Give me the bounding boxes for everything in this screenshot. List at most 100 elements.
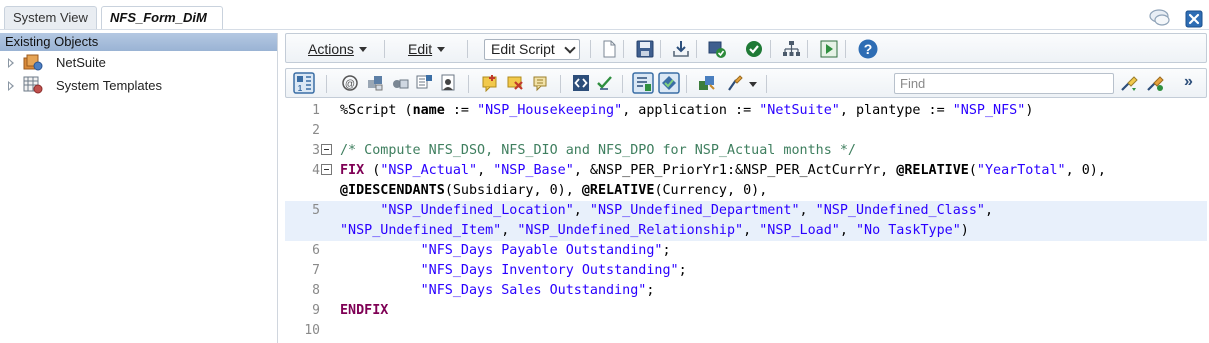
tab-nfs-form-dim[interactable]: NFS_Form_DiM (101, 6, 223, 30)
template-icon[interactable] (440, 74, 458, 92)
chevron-down-icon (564, 42, 576, 54)
toolbar-separator (560, 75, 561, 93)
function-icon[interactable]: @ (341, 74, 359, 92)
script-code-editor[interactable]: 1 %Script (name := "NSP_Housekeeping", ap… (285, 101, 1207, 343)
code-line[interactable]: 9 ENDFIX (285, 301, 1207, 321)
reformat-icon[interactable] (596, 74, 614, 92)
edit-menu-label: Edit (408, 41, 433, 57)
editor-toolbar: 1 @ Find » (285, 68, 1207, 98)
replace-icon[interactable] (1146, 74, 1164, 92)
code-line[interactable]: 1 %Script (name := "NSP_Housekeeping", ap… (285, 101, 1207, 121)
svg-text:1: 1 (298, 84, 303, 93)
actions-menu-button[interactable]: Actions (308, 39, 367, 59)
code-line[interactable]: 8 "NFS_Days Sales Outstanding"; (285, 281, 1207, 301)
code-line[interactable]: 5 "NSP_Undefined_Location", "NSP_Undefin… (285, 201, 1207, 221)
toolbar-separator (622, 75, 623, 93)
line-number: 5 (312, 203, 320, 218)
toolbar-separator (660, 40, 661, 58)
code-text: ENDFIX (340, 303, 389, 318)
toolbar-separator (696, 40, 697, 58)
expand-arrow-icon[interactable] (8, 81, 14, 91)
toolbar-separator (468, 75, 469, 93)
find-input[interactable] (894, 73, 1114, 94)
code-line[interactable]: 3 /* Compute NFS_DSO, NFS_DIO and NFS_DPO… (285, 141, 1207, 161)
line-number: 7 (312, 263, 320, 278)
check-icon[interactable] (745, 40, 763, 58)
find-next-icon[interactable] (1120, 74, 1138, 92)
tab-strip-divider (0, 29, 1209, 30)
line-number: 1 (312, 103, 320, 118)
code-line[interactable]: 7 "NFS_Days Inventory Outstanding"; (285, 261, 1207, 281)
smartlist-icon[interactable] (415, 74, 433, 92)
code-text: "NFS_Days Payable Outstanding"; (420, 243, 671, 258)
code-text: "NSP_Undefined_Item", "NSP_Undefined_Rel… (340, 223, 969, 238)
actions-menu-label: Actions (308, 41, 354, 57)
code-block-icon[interactable] (572, 74, 590, 92)
expand-arrow-icon[interactable] (8, 58, 14, 68)
code-line[interactable]: 10 (285, 321, 1207, 341)
line-number: 9 (312, 303, 320, 318)
code-line[interactable]: 4 FIX ("NSP_Actual", "NSP_Base", &NSP_PER… (285, 161, 1207, 181)
remove-comment-icon[interactable] (506, 74, 524, 92)
code-line[interactable]: "NSP_Undefined_Item", "NSP_Undefined_Rel… (285, 221, 1207, 241)
tree-item-system-templates[interactable]: System Templates (0, 74, 277, 97)
line-number: 8 (312, 283, 320, 298)
run-icon[interactable] (820, 40, 838, 58)
more-icon[interactable]: » (1184, 72, 1193, 92)
code-line[interactable]: 2 (285, 121, 1207, 141)
brush-icon[interactable] (726, 74, 744, 92)
download-icon[interactable] (672, 40, 690, 58)
code-line[interactable]: 6 "NFS_Days Payable Outstanding"; (285, 241, 1207, 261)
line-number: 2 (312, 123, 320, 138)
fold-toggle-icon[interactable] (321, 164, 332, 175)
help-icon[interactable]: ? (858, 39, 878, 59)
toolbar-separator (770, 40, 771, 58)
tree-item-label: NetSuite (56, 55, 106, 70)
save-icon[interactable] (636, 40, 654, 58)
line-number: 6 (312, 243, 320, 258)
line-number: 10 (304, 323, 320, 338)
code-lines: 1 %Script (name := "NSP_Housekeeping", ap… (285, 101, 1207, 341)
validate-icon[interactable] (708, 40, 726, 58)
toolbar-separator (326, 75, 327, 93)
dimension-icon[interactable] (366, 74, 384, 92)
script-mode-select[interactable]: Edit Script (484, 39, 580, 60)
close-icon[interactable] (1185, 10, 1203, 28)
comment-icon[interactable] (531, 74, 549, 92)
tab-system-view[interactable]: System View (4, 6, 97, 30)
chat-bubbles-icon[interactable] (1149, 8, 1171, 28)
toolbar-separator (467, 40, 468, 58)
tree-item-netsuite[interactable]: NetSuite (0, 51, 277, 74)
existing-objects-panel: Existing Objects NetSuite System Templat… (0, 33, 278, 343)
chevron-down-icon (358, 47, 367, 52)
edit-menu-button[interactable]: Edit (408, 39, 446, 59)
code-line[interactable]: @IDESCENDANTS(Subsidiary, 0), @RELATIVE(… (285, 181, 1207, 201)
templates-grid-icon (23, 76, 43, 94)
chevron-down-icon[interactable] (749, 82, 757, 87)
syntax-icon[interactable] (658, 72, 680, 94)
tab-strip: System View NFS_Form_DiM (0, 0, 1209, 30)
toolbar-separator (845, 40, 846, 58)
outline-icon[interactable] (632, 72, 654, 94)
toolbar-separator (686, 75, 687, 93)
script-editor-panel: Actions Edit Edit Script ? 1 @ Find » 1 … (283, 33, 1209, 343)
fold-toggle-icon[interactable] (321, 144, 332, 155)
member-selector-icon[interactable]: 1 (293, 72, 315, 94)
code-text: "NFS_Days Sales Outstanding"; (420, 283, 655, 298)
code-text: @IDESCENDANTS(Subsidiary, 0), @RELATIVE(… (340, 183, 768, 198)
toolbar-separator (590, 40, 591, 58)
code-text: FIX ("NSP_Actual", "NSP_Base", &NSP_PER_… (340, 163, 1106, 178)
members-icon[interactable] (698, 74, 716, 92)
code-text: %Script (name := "NSP_Housekeeping", app… (340, 103, 1034, 118)
variable-icon[interactable] (391, 74, 409, 92)
new-document-icon[interactable] (600, 40, 618, 58)
svg-text:?: ? (864, 41, 873, 57)
main-toolbar: Actions Edit Edit Script ? (285, 33, 1207, 63)
line-number: 4 (312, 163, 320, 178)
tree-item-label: System Templates (56, 78, 162, 93)
insert-comment-icon[interactable] (481, 74, 499, 92)
script-mode-value: Edit Script (491, 41, 555, 57)
hierarchy-icon[interactable] (782, 40, 800, 58)
toolbar-separator (766, 75, 767, 93)
toolbar-separator (807, 40, 808, 58)
